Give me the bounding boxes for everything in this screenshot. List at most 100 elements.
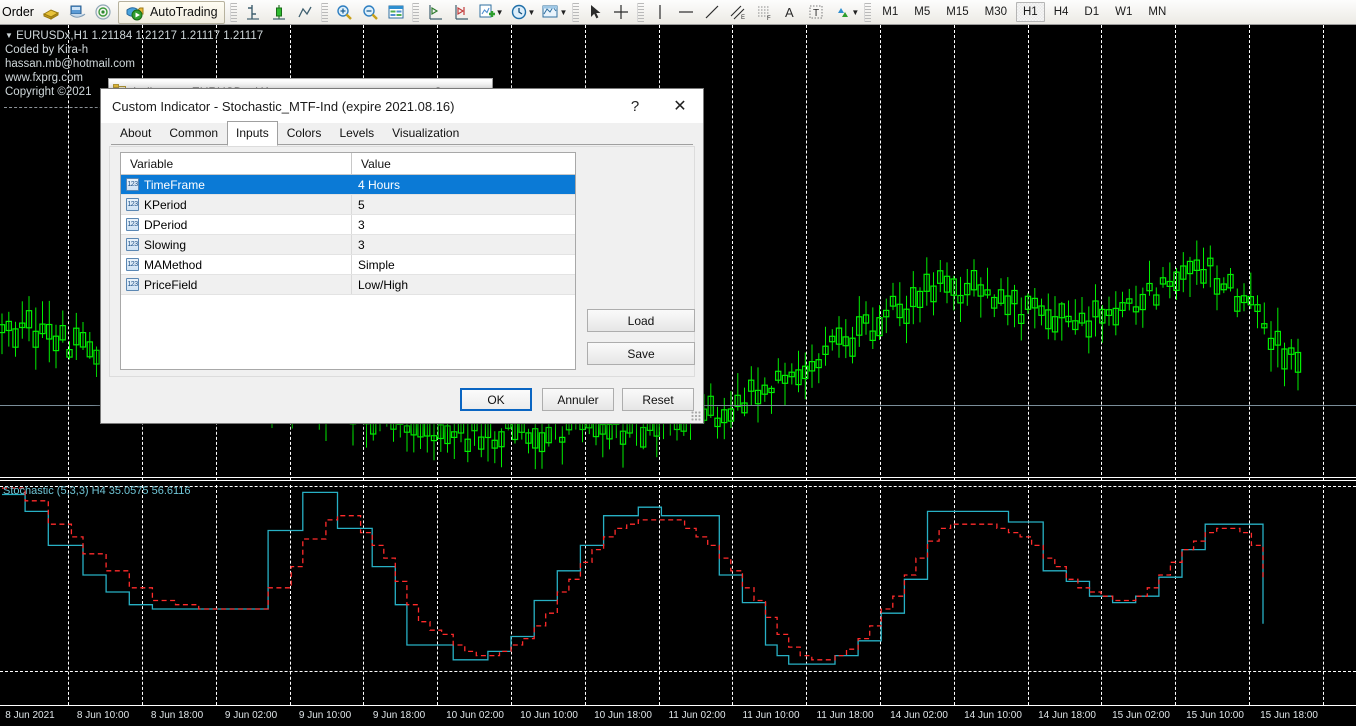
vertical-line-icon[interactable]	[647, 0, 673, 24]
time-tick: 9 Jun 10:00	[299, 710, 351, 721]
svg-text:F: F	[767, 16, 771, 21]
toolbar-separator	[321, 3, 328, 22]
variable-name: PriceField	[144, 278, 197, 292]
dialog-tabs: About Common Inputs Colors Levels Visual…	[101, 123, 703, 145]
shift-end-icon[interactable]	[448, 0, 474, 24]
collapse-arrow-icon[interactable]: ▼	[5, 31, 13, 40]
bar-chart-icon[interactable]	[240, 0, 266, 24]
variable-value[interactable]: 5	[352, 198, 575, 212]
fibonacci-icon[interactable]: F	[751, 0, 777, 24]
timeframe-m15[interactable]: M15	[939, 2, 975, 22]
variable-value[interactable]: Simple	[352, 258, 575, 272]
text-icon[interactable]: A	[777, 0, 803, 24]
time-tick: 8 Jun 18:00	[151, 710, 203, 721]
timeframe-h1[interactable]: H1	[1016, 2, 1045, 22]
variable-icon: 123	[126, 278, 139, 291]
toolbar-separator	[572, 3, 579, 22]
inputs-grid[interactable]: Variable Value 123 TimeFrame 4 Hours 123…	[120, 152, 576, 370]
load-button[interactable]: Load	[587, 309, 695, 332]
ok-button[interactable]: OK	[460, 388, 532, 411]
line-chart-icon[interactable]	[292, 0, 318, 24]
crosshair-icon[interactable]	[608, 0, 634, 24]
svg-text:A: A	[785, 5, 794, 20]
candlestick-chart-icon[interactable]	[266, 0, 292, 24]
time-tick: 14 Jun 10:00	[964, 710, 1022, 721]
resize-grip[interactable]	[691, 411, 701, 421]
zoom-in-icon[interactable]	[331, 0, 357, 24]
toolbar-separator	[230, 3, 237, 22]
data-window-icon[interactable]	[383, 0, 409, 24]
arrow-cursor-icon[interactable]	[582, 0, 608, 24]
tab-inputs[interactable]: Inputs	[227, 121, 278, 146]
row-variable-cell: 123 MAMethod	[121, 255, 352, 274]
toolbar-separator	[637, 3, 644, 22]
time-tick: 15 Jun 18:00	[1260, 710, 1318, 721]
time-tick: 8 Jun 10:00	[77, 710, 129, 721]
reset-button[interactable]: Reset	[622, 388, 694, 411]
tab-visualization[interactable]: Visualization	[383, 122, 468, 145]
autotrading-button[interactable]: AutoTrading	[118, 1, 225, 24]
signal-icon[interactable]	[90, 0, 116, 24]
horizontal-line-icon[interactable]	[673, 0, 699, 24]
row-variable-cell: 123 TimeFrame	[121, 175, 352, 194]
tab-colors[interactable]: Colors	[278, 122, 331, 145]
pane-separator[interactable]	[0, 477, 1356, 478]
time-tick: 14 Jun 18:00	[1038, 710, 1096, 721]
timeframe-m1[interactable]: M1	[875, 2, 905, 22]
chevron-down-icon[interactable]: ▼	[559, 8, 567, 17]
dialog-titlebar[interactable]: Custom Indicator - Stochastic_MTF-Ind (e…	[101, 89, 703, 123]
variable-value[interactable]: 3	[352, 238, 575, 252]
tab-levels[interactable]: Levels	[330, 122, 383, 145]
chevron-down-icon[interactable]: ▼	[496, 8, 504, 17]
column-header-variable: Variable	[121, 153, 352, 174]
save-button[interactable]: Save	[587, 342, 695, 365]
variable-name: DPeriod	[144, 218, 187, 232]
text-label-icon[interactable]: T	[803, 0, 829, 24]
timeframe-w1[interactable]: W1	[1108, 2, 1139, 22]
variable-value[interactable]: 3	[352, 218, 575, 232]
time-tick: 10 Jun 02:00	[446, 710, 504, 721]
chevron-down-icon[interactable]: ▼	[851, 8, 859, 17]
table-row[interactable]: 123 MAMethod Simple	[121, 255, 575, 275]
svg-text:E: E	[741, 15, 745, 21]
chart-symbol-label: ▼ EURUSDx,H1 1.21184 1.21217 1.21117 1.2…	[5, 29, 263, 43]
timeframe-m5[interactable]: M5	[907, 2, 937, 22]
timeframe-m30[interactable]: M30	[978, 2, 1014, 22]
gold-bars-icon[interactable]	[38, 0, 64, 24]
table-row[interactable]: 123 Slowing 3	[121, 235, 575, 255]
timeframe-d1[interactable]: D1	[1077, 2, 1106, 22]
cancel-button[interactable]: Annuler	[542, 388, 614, 411]
time-tick: 9 Jun 18:00	[373, 710, 425, 721]
dialog-title: Custom Indicator - Stochastic_MTF-Ind (e…	[112, 99, 454, 114]
tab-common[interactable]: Common	[160, 122, 227, 145]
credit-line-3: www.fxprg.com	[5, 72, 83, 86]
print-icon[interactable]	[64, 0, 90, 24]
variable-name: MAMethod	[144, 258, 202, 272]
table-row[interactable]: 123 DPeriod 3	[121, 215, 575, 235]
table-row[interactable]: 123 TimeFrame 4 Hours	[121, 175, 575, 195]
toolbar-separator	[412, 3, 419, 22]
close-button[interactable]: ✕	[657, 90, 703, 122]
variable-name: TimeFrame	[144, 178, 205, 192]
credit-line-2: hassan.mb@hotmail.com	[5, 58, 135, 72]
time-tick: 10 Jun 18:00	[594, 710, 652, 721]
variable-value[interactable]: Low/High	[352, 278, 575, 292]
chevron-down-icon[interactable]: ▼	[528, 8, 536, 17]
trendline-icon[interactable]	[699, 0, 725, 24]
table-row[interactable]: 123 KPeriod 5	[121, 195, 575, 215]
shift-start-icon[interactable]	[422, 0, 448, 24]
equidistant-channel-icon[interactable]: E	[725, 0, 751, 24]
table-row[interactable]: 123 PriceField Low/High	[121, 275, 575, 295]
autotrading-label: AutoTrading	[147, 5, 218, 19]
variable-value[interactable]: 4 Hours	[352, 178, 575, 192]
help-button[interactable]: ?	[613, 90, 657, 122]
time-axis: 8 Jun 2021 8 Jun 10:00 8 Jun 18:00 9 Jun…	[0, 705, 1356, 726]
timeframe-group: M1 M5 M15 M30 H1 H4 D1 W1 MN	[874, 2, 1174, 22]
timeframe-mn[interactable]: MN	[1141, 2, 1173, 22]
row-variable-cell: 123 KPeriod	[121, 195, 352, 214]
tab-about[interactable]: About	[111, 122, 160, 145]
new-order-label[interactable]: Order	[0, 5, 38, 19]
timeframe-h4[interactable]: H4	[1047, 2, 1076, 22]
custom-indicator-dialog[interactable]: Custom Indicator - Stochastic_MTF-Ind (e…	[100, 88, 704, 424]
zoom-out-icon[interactable]	[357, 0, 383, 24]
